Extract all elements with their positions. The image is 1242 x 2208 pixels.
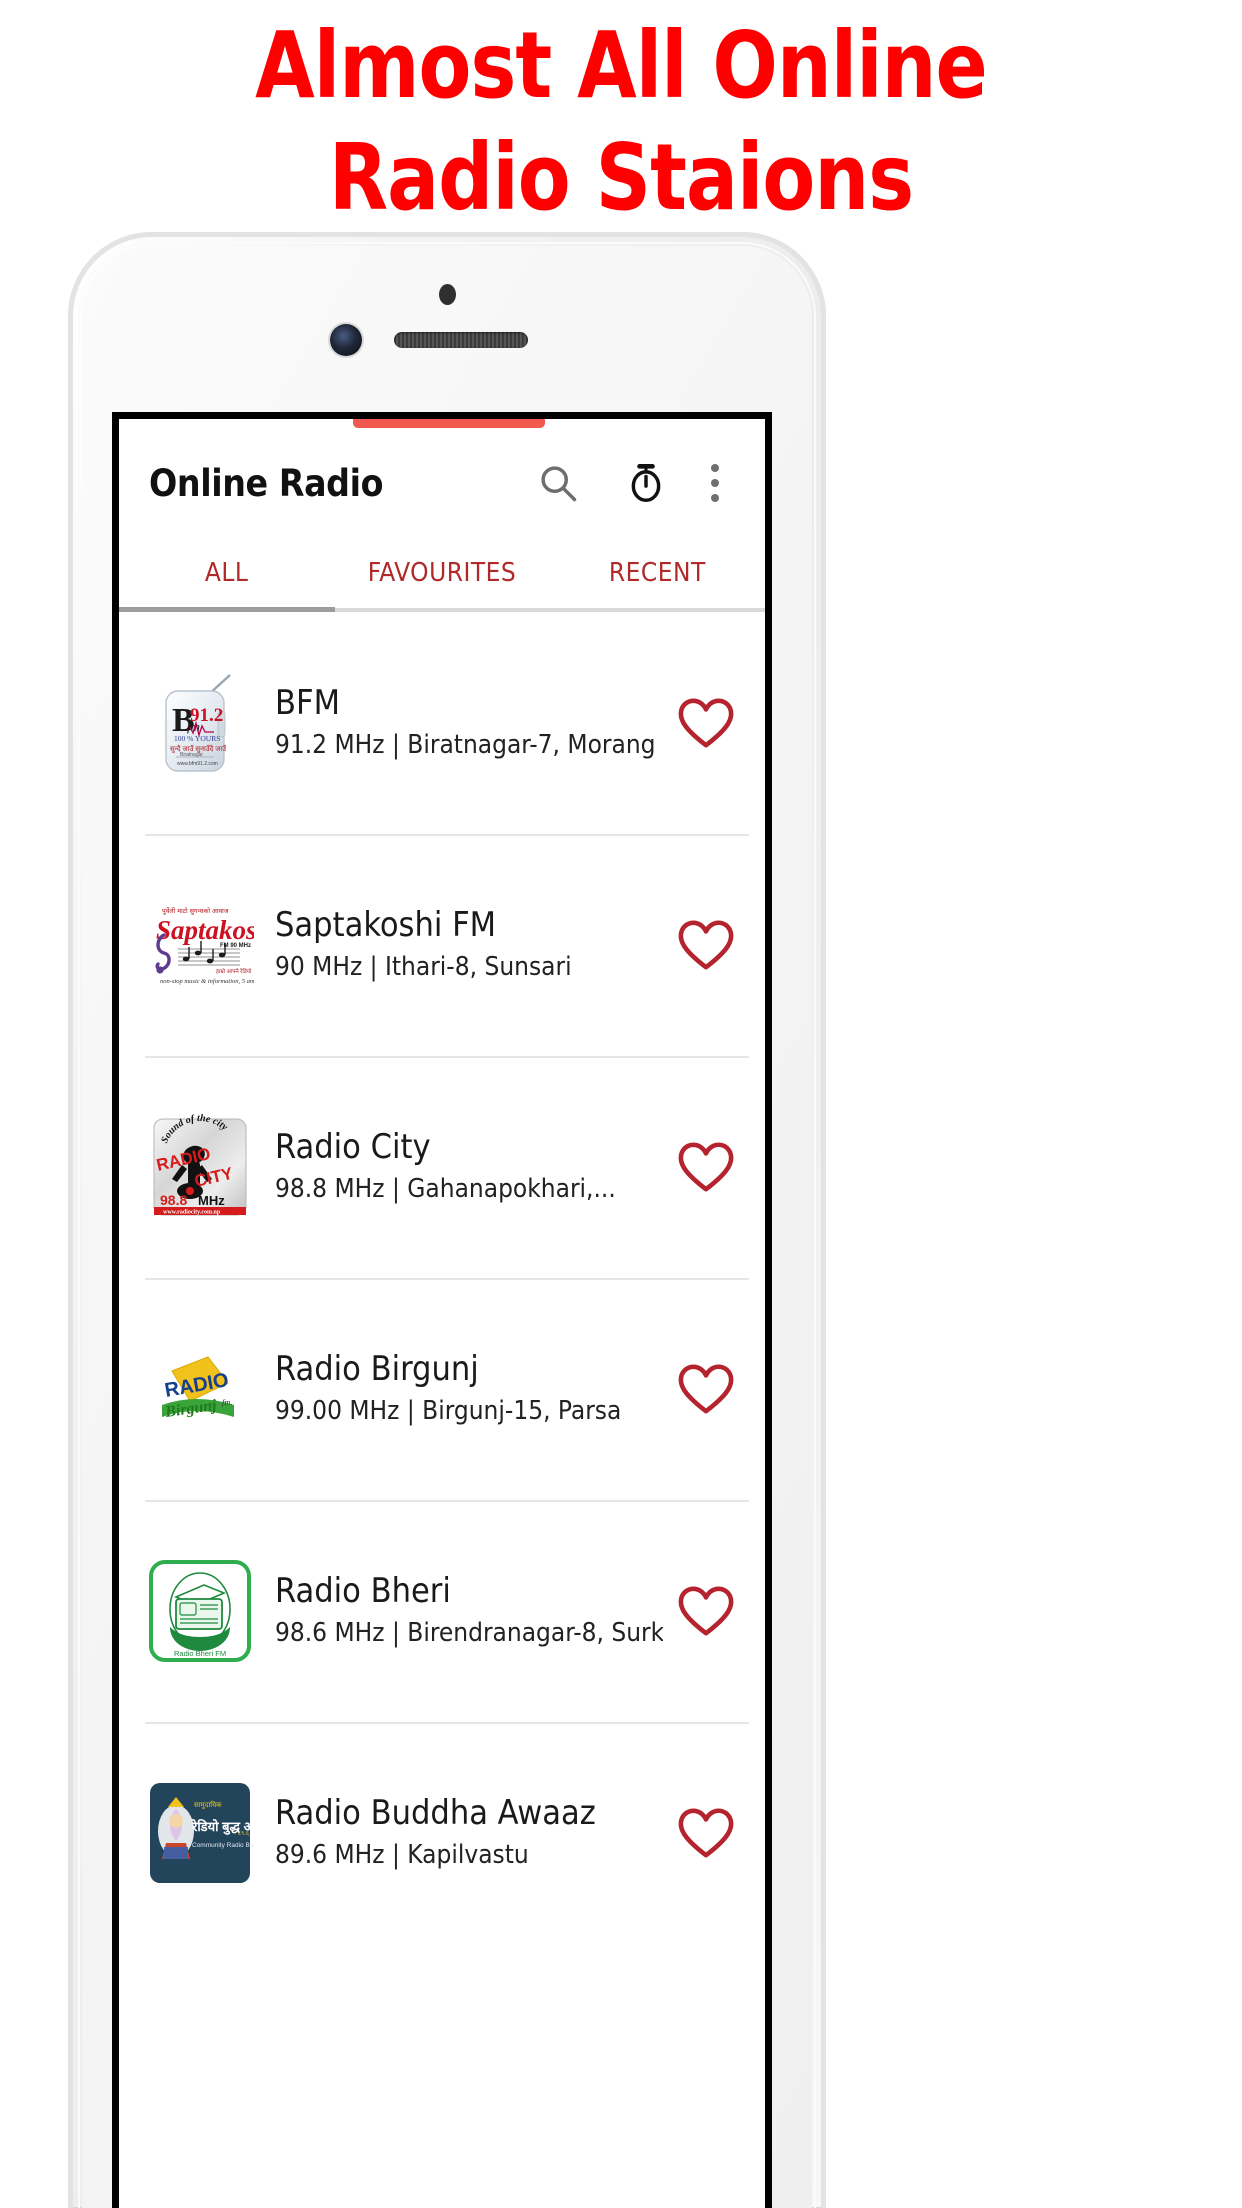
station-info: Radio City 98.8 MHz | Gahanapokhari,... bbox=[255, 1125, 663, 1209]
station-info: Saptakoshi FM 90 MHz | Ithari-8, Sunsari bbox=[255, 903, 663, 987]
svg-text:Community Radio Buddha Awaaz: Community Radio Buddha Awaaz bbox=[192, 1842, 254, 1849]
station-meta: 89.6 MHz | Kapilvastu bbox=[275, 1840, 529, 1870]
favourite-button[interactable] bbox=[663, 1140, 749, 1194]
favourite-button[interactable] bbox=[663, 1806, 749, 1860]
svg-text:MHz: MHz bbox=[198, 1193, 225, 1208]
overflow-menu-icon bbox=[711, 464, 719, 502]
search-button[interactable] bbox=[527, 452, 589, 514]
station-name: Radio City bbox=[275, 1127, 431, 1167]
proximity-sensor-icon bbox=[439, 284, 456, 305]
station-logo: B fm 91.2 100 % YOURS सुन्दै जाउँ सुनाउँ… bbox=[145, 668, 255, 778]
heart-icon bbox=[678, 1364, 734, 1414]
heart-icon bbox=[678, 1808, 734, 1858]
radio-city-logo-icon: Sound of the city RADIO CITY 98.8 MHz ww… bbox=[153, 1113, 247, 1216]
tab-bar: ALL FAVOURITES RECENT bbox=[119, 538, 765, 608]
station-name: Radio Birgunj bbox=[275, 1349, 479, 1389]
page-title: Online Radio bbox=[149, 461, 384, 505]
station-meta: 98.6 MHz | Birendranagar-8, Surkhet bbox=[275, 1618, 663, 1648]
sleep-timer-button[interactable] bbox=[615, 452, 677, 514]
promo-headline: Almost All Online Radio Staions bbox=[0, 10, 1242, 234]
app-toolbar: Online Radio bbox=[119, 428, 765, 538]
status-bar-strip bbox=[353, 419, 545, 428]
timer-icon bbox=[631, 464, 661, 502]
station-info: Radio Buddha Awaaz 89.6 MHz | Kapilvastu bbox=[255, 1791, 663, 1875]
station-logo: RADIO Birgunj 99 fm. bbox=[145, 1334, 255, 1444]
station-meta: 98.8 MHz | Gahanapokhari,... bbox=[275, 1174, 616, 1204]
phone-screen: Online Radio ALL FAVOURITES RECENT B fm … bbox=[112, 412, 772, 2208]
table-row[interactable]: Sound of the city RADIO CITY 98.8 MHz ww… bbox=[119, 1056, 765, 1278]
radio-birgunj-logo-icon: RADIO Birgunj 99 fm. bbox=[162, 1356, 234, 1421]
phone-mockup: Online Radio ALL FAVOURITES RECENT B fm … bbox=[68, 232, 826, 2208]
station-name: Radio Bheri bbox=[275, 1571, 451, 1611]
tab-favourites[interactable]: FAVOURITES bbox=[334, 558, 549, 588]
bfm-logo-icon: B fm 91.2 100 % YOURS सुन्दै जाउँ सुनाउँ… bbox=[165, 674, 231, 772]
favourite-button[interactable] bbox=[663, 1584, 749, 1638]
svg-text:पुर्वेली माटो सुगन्धको आवाज: पुर्वेली माटो सुगन्धको आवाज bbox=[162, 907, 229, 915]
station-logo: Radio Bheri FM bbox=[145, 1556, 255, 1666]
heart-icon bbox=[678, 1586, 734, 1636]
favourite-button[interactable] bbox=[663, 1362, 749, 1416]
svg-text:www.bfm91.2.com: www.bfm91.2.com bbox=[177, 761, 218, 767]
svg-text:91.2: 91.2 bbox=[190, 705, 223, 726]
front-camera-icon bbox=[330, 324, 362, 356]
svg-text:Biratnagar: Biratnagar bbox=[180, 752, 203, 758]
earpiece-speaker-icon bbox=[394, 332, 528, 348]
table-row[interactable]: पुर्वेली माटो सुगन्धको आवाज Saptakoshi bbox=[119, 834, 765, 1056]
tab-recent[interactable]: RECENT bbox=[550, 558, 765, 588]
radio-buddha-awaaz-logo-icon: सामुदायिक रेडियो बुद्ध आवाज ८९.६ Communi… bbox=[150, 1783, 254, 1883]
station-meta: 91.2 MHz | Biratnagar-7, Morang bbox=[275, 730, 656, 760]
station-name: Radio Buddha Awaaz bbox=[275, 1793, 596, 1833]
table-row[interactable]: सामुदायिक रेडियो बुद्ध आवाज ८९.६ Communi… bbox=[119, 1722, 765, 1944]
svg-text:FM 90 MHz: FM 90 MHz bbox=[220, 943, 251, 949]
favourite-button[interactable] bbox=[663, 918, 749, 972]
search-icon bbox=[541, 466, 577, 502]
svg-text:हाम्रो आफ्नै रेडियो: हाम्रो आफ्नै रेडियो bbox=[216, 968, 252, 975]
heart-icon bbox=[678, 1142, 734, 1192]
svg-text:सामुदायिक: सामुदायिक bbox=[194, 1800, 222, 1809]
overflow-menu-button[interactable] bbox=[693, 452, 737, 514]
table-row[interactable]: RADIO Birgunj 99 fm. Radio Birgunj 99.00… bbox=[119, 1278, 765, 1500]
heart-icon bbox=[678, 698, 734, 748]
table-row[interactable]: B fm 91.2 100 % YOURS सुन्दै जाउँ सुनाउँ… bbox=[119, 612, 765, 834]
station-logo: सामुदायिक रेडियो बुद्ध आवाज ८९.६ Communi… bbox=[145, 1778, 255, 1888]
svg-text:98.8: 98.8 bbox=[160, 1192, 187, 1208]
svg-text:८९.६: ८९.६ bbox=[238, 1831, 249, 1837]
svg-text:Saptakoshi: Saptakoshi bbox=[156, 915, 254, 945]
station-name: Saptakoshi FM bbox=[275, 905, 497, 945]
headline-line-2: Radio Staions bbox=[328, 124, 914, 231]
station-meta: 99.00 MHz | Birgunj-15, Parsa bbox=[275, 1396, 622, 1426]
station-logo: पुर्वेली माटो सुगन्धको आवाज Saptakoshi bbox=[145, 890, 255, 1000]
headline-line-1: Almost All Online bbox=[255, 12, 988, 119]
radio-bheri-logo-icon: Radio Bheri FM bbox=[149, 1560, 251, 1662]
svg-text:www.radiocity.com.np: www.radiocity.com.np bbox=[163, 1210, 221, 1216]
station-logo: Sound of the city RADIO CITY 98.8 MHz ww… bbox=[145, 1112, 255, 1222]
svg-text:100 % YOURS: 100 % YOURS bbox=[174, 734, 220, 743]
station-info: Radio Birgunj 99.00 MHz | Birgunj-15, Pa… bbox=[255, 1347, 663, 1431]
station-info: Radio Bheri 98.6 MHz | Birendranagar-8, … bbox=[255, 1569, 663, 1653]
svg-text:fm.: fm. bbox=[222, 1397, 233, 1407]
station-meta: 90 MHz | Ithari-8, Sunsari bbox=[275, 952, 572, 982]
station-info: BFM 91.2 MHz | Biratnagar-7, Morang bbox=[255, 681, 663, 765]
heart-icon bbox=[678, 920, 734, 970]
tab-all[interactable]: ALL bbox=[119, 558, 334, 588]
page-root: Almost All Online Radio Staions Online R… bbox=[0, 0, 1242, 2208]
saptakoshi-logo-icon: पुर्वेली माटो सुगन्धको आवाज Saptakoshi bbox=[155, 907, 254, 985]
station-name: BFM bbox=[275, 683, 340, 723]
svg-text:non-stop music & information,: non-stop music & information, 5 am to 11… bbox=[160, 978, 254, 985]
svg-text:Radio Bheri FM: Radio Bheri FM bbox=[174, 1649, 226, 1658]
station-list[interactable]: B fm 91.2 100 % YOURS सुन्दै जाउँ सुनाउँ… bbox=[119, 612, 765, 1944]
favourite-button[interactable] bbox=[663, 696, 749, 750]
table-row[interactable]: Radio Bheri FM Radio Bheri 98.6 MHz | Bi… bbox=[119, 1500, 765, 1722]
